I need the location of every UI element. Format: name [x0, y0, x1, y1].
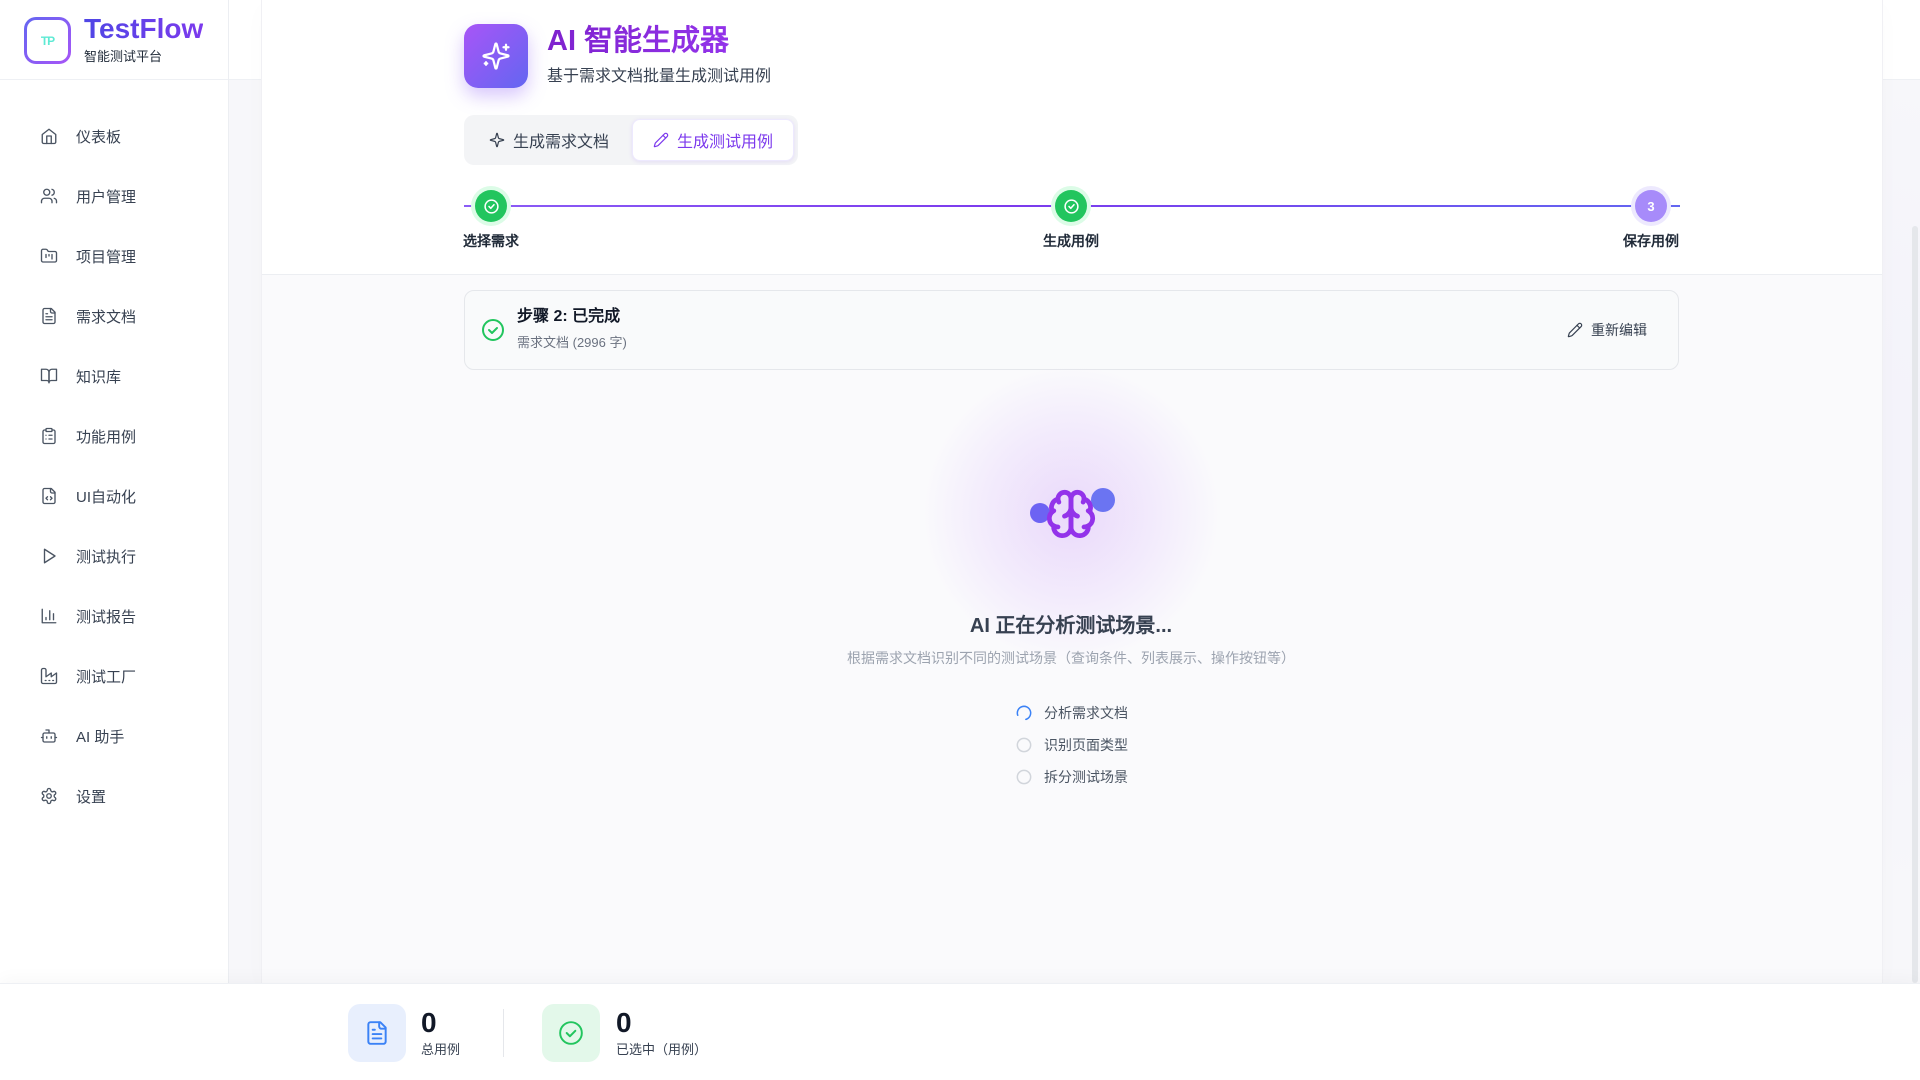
page-subtitle: 基于需求文档批量生成测试用例 — [547, 68, 772, 85]
sidebar-item-test-cases[interactable]: 功能用例 — [0, 412, 228, 460]
spinner-icon — [1014, 703, 1034, 723]
brain-icon — [1045, 488, 1097, 540]
sidebar-item-users[interactable]: 用户管理 — [0, 172, 228, 220]
logo-icon[interactable]: TP — [24, 17, 71, 64]
sidebar-item-settings[interactable]: 设置 — [0, 772, 228, 820]
sidebar-item-knowledge-base[interactable]: 知识库 — [0, 352, 228, 400]
scrollbar[interactable] — [1912, 226, 1918, 983]
pencil-icon — [653, 132, 669, 148]
document-icon — [348, 1004, 406, 1062]
loading-description: 根据需求文档识别不同的测试场景（查询条件、列表展示、操作按钮等） — [847, 650, 1295, 666]
sidebar: TP TestFlow 智能测试平台 仪表板 用户管理 项目管理 需求文档 知识… — [0, 0, 229, 983]
step-1-label: 选择需求 — [463, 233, 519, 249]
home-icon — [40, 127, 58, 145]
settings-icon — [40, 787, 58, 805]
sparkles-icon — [489, 132, 505, 148]
total-cases-label: 总用例 — [421, 1042, 461, 1057]
tab-generate-test-cases[interactable]: 生成测试用例 — [632, 119, 794, 161]
task-label: 识别页面类型 — [1044, 737, 1128, 753]
sidebar-item-label: 用户管理 — [76, 188, 137, 206]
sidebar-item-requirements[interactable]: 需求文档 — [0, 292, 228, 340]
pencil-icon — [1567, 322, 1583, 338]
check-circle-icon — [481, 318, 505, 342]
book-open-icon — [40, 367, 58, 385]
check-circle-icon — [542, 1004, 600, 1062]
sidebar-item-label: AI 助手 — [76, 728, 125, 746]
folder-icon — [40, 247, 58, 265]
pending-circle-icon — [1014, 735, 1034, 755]
sidebar-item-test-reports[interactable]: 测试报告 — [0, 592, 228, 640]
tab-label: 生成测试用例 — [676, 134, 773, 151]
step-status-detail: 需求文档 (2996 字) — [517, 335, 627, 350]
sidebar-item-label: 仪表板 — [76, 128, 122, 146]
sidebar-item-test-factory[interactable]: 测试工厂 — [0, 652, 228, 700]
sidebar-item-label: 设置 — [76, 788, 107, 806]
bot-icon — [40, 727, 58, 745]
factory-icon — [40, 667, 58, 685]
sidebar-item-ai-assistant[interactable]: AI 助手 — [0, 712, 228, 760]
task-item: 分析需求文档 — [1014, 697, 1214, 729]
step-3-label: 保存用例 — [1623, 233, 1679, 249]
sparkles-icon — [464, 24, 528, 88]
task-item: 识别页面类型 — [1014, 729, 1214, 761]
sidebar-item-test-execution[interactable]: 测试执行 — [0, 532, 228, 580]
bar-chart-icon — [40, 607, 58, 625]
mode-tabs: 生成需求文档 生成测试用例 — [464, 115, 798, 165]
app-name: TestFlow — [84, 13, 204, 44]
stats-divider — [503, 1009, 504, 1057]
sidebar-item-projects[interactable]: 项目管理 — [0, 232, 228, 280]
step-number: 3 — [1647, 198, 1655, 214]
step-1-indicator — [475, 190, 507, 222]
task-item: 拆分测试场景 — [1014, 761, 1214, 793]
sidebar-item-label: 功能用例 — [76, 428, 137, 446]
logo-text: TP — [40, 33, 55, 48]
pending-circle-icon — [1014, 767, 1034, 787]
sidebar-item-label: 知识库 — [76, 368, 122, 386]
file-text-icon — [40, 307, 58, 325]
tab-label: 生成需求文档 — [512, 134, 609, 151]
sidebar-item-label: 项目管理 — [76, 248, 137, 266]
sidebar-item-dashboard[interactable]: 仪表板 — [0, 112, 228, 160]
file-code-icon — [40, 487, 58, 505]
app-subtitle: 智能测试平台 — [84, 49, 163, 64]
sidebar-item-label: UI自动化 — [76, 488, 137, 506]
page-title: AI 智能生成器 — [547, 25, 730, 57]
step-3-indicator: 3 — [1635, 190, 1667, 222]
selected-cases-count: 0 — [616, 1007, 632, 1038]
stats-bar: 0 总用例 0 已选中（用例） — [0, 983, 1920, 1080]
check-icon — [483, 198, 500, 215]
step-status-title: 步骤 2: 已完成 — [517, 308, 621, 325]
play-icon — [40, 547, 58, 565]
check-icon — [1063, 198, 1080, 215]
total-cases-count: 0 — [421, 1007, 437, 1038]
step-2-label: 生成用例 — [1043, 233, 1099, 249]
sidebar-nav: 仪表板 用户管理 项目管理 需求文档 知识库 功能用例 UI自动化 测试执行 测… — [0, 112, 228, 832]
sidebar-item-ui-automation[interactable]: UI自动化 — [0, 472, 228, 520]
divider — [262, 274, 1882, 275]
re-edit-button[interactable]: 重新编辑 — [1567, 291, 1647, 369]
logo-area: TP TestFlow 智能测试平台 — [0, 0, 228, 80]
sidebar-item-label: 测试工厂 — [76, 668, 137, 686]
re-edit-label: 重新编辑 — [1591, 322, 1647, 338]
tab-generate-requirements[interactable]: 生成需求文档 — [468, 119, 630, 161]
clipboard-list-icon — [40, 427, 58, 445]
step-2-indicator — [1055, 190, 1087, 222]
sidebar-item-label: 需求文档 — [76, 308, 137, 326]
step-status-card: 步骤 2: 已完成 需求文档 (2996 字) 重新编辑 — [464, 290, 1679, 370]
sidebar-item-label: 测试执行 — [76, 548, 137, 566]
users-icon — [40, 187, 58, 205]
task-label: 分析需求文档 — [1044, 705, 1128, 721]
task-label: 拆分测试场景 — [1044, 769, 1128, 785]
sidebar-item-label: 测试报告 — [76, 608, 137, 626]
selected-cases-label: 已选中（用例） — [616, 1042, 708, 1057]
progress-task-list: 分析需求文档 识别页面类型 拆分测试场景 — [1014, 697, 1214, 793]
loading-title: AI 正在分析测试场景... — [969, 615, 1173, 637]
